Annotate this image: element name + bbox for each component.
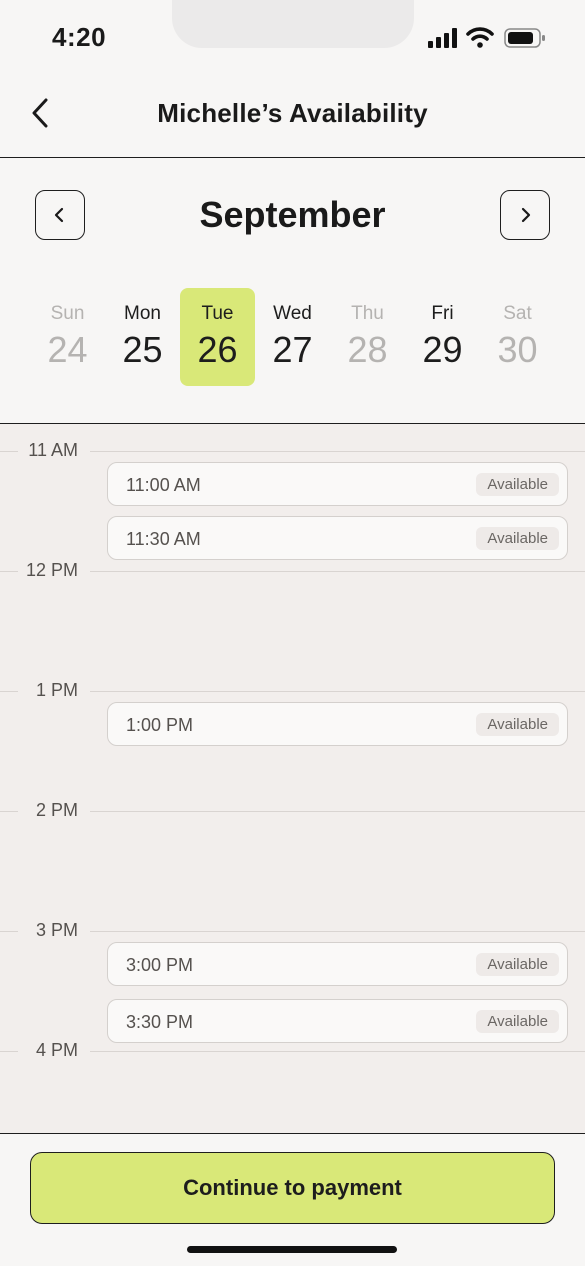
availability-badge: Available xyxy=(476,1010,559,1033)
day-monday[interactable]: Mon 25 xyxy=(105,288,180,386)
page-title: Michelle’s Availability xyxy=(157,98,428,128)
hour-label: 4 PM xyxy=(35,1040,78,1060)
time-slot-100pm[interactable]: 1:00 PM Available xyxy=(107,702,568,746)
day-saturday: Sat 30 xyxy=(480,288,555,386)
day-number: 24 xyxy=(47,329,88,370)
hour-label: 3 PM xyxy=(35,920,78,940)
next-month-button[interactable] xyxy=(500,190,550,240)
day-number: 30 xyxy=(497,329,538,370)
availability-badge: Available xyxy=(476,473,559,496)
day-name: Tue xyxy=(201,303,234,324)
day-name: Wed xyxy=(273,303,312,324)
month-selector: September xyxy=(0,190,585,242)
time-slot-1100am[interactable]: 11:00 AM Available xyxy=(107,462,568,506)
hour-label: 1 PM xyxy=(35,680,78,700)
battery-icon xyxy=(504,28,545,48)
hour-label: 11 AM xyxy=(28,440,78,460)
availability-badge: Available xyxy=(476,527,559,550)
availability-badge: Available xyxy=(476,953,559,976)
slot-time: 11:00 AM xyxy=(126,475,201,495)
time-slot-330pm[interactable]: 3:30 PM Available xyxy=(107,999,568,1043)
day-name: Thu xyxy=(351,303,384,324)
home-indicator xyxy=(187,1246,397,1253)
day-name: Sat xyxy=(503,303,532,324)
slot-time: 1:00 PM xyxy=(126,715,194,735)
day-number: 25 xyxy=(122,329,163,370)
status-time: 4:20 xyxy=(52,22,107,52)
availability-badge: Available xyxy=(476,713,559,736)
day-friday[interactable]: Fri 29 xyxy=(405,288,480,386)
slot-time: 3:00 PM xyxy=(126,955,194,975)
slot-time: 3:30 PM xyxy=(126,1012,194,1032)
day-number: 28 xyxy=(347,329,388,370)
week-day-picker: Sun 24 Mon 25 Tue 26 Wed 27 Thu 28 Fri 2… xyxy=(30,288,555,388)
slot-time: 11:30 AM xyxy=(126,529,201,549)
chevron-right-icon xyxy=(521,207,531,223)
day-name: Fri xyxy=(431,303,454,324)
hour-label: 12 PM xyxy=(25,560,78,580)
day-wednesday[interactable]: Wed 27 xyxy=(255,288,330,386)
day-sunday: Sun 24 xyxy=(30,288,105,386)
navigation-header: Michelle’s Availability xyxy=(0,80,585,158)
day-number: 26 xyxy=(197,329,238,370)
day-tuesday-selected[interactable]: Tue 26 xyxy=(180,288,255,386)
cellular-signal-icon xyxy=(428,28,457,48)
device-notch xyxy=(172,0,414,48)
continue-to-payment-button[interactable]: Continue to payment xyxy=(30,1152,555,1224)
day-number: 27 xyxy=(272,329,313,370)
time-slot-1130am[interactable]: 11:30 AM Available xyxy=(107,516,568,560)
hour-label: 2 PM xyxy=(35,800,78,820)
day-name: Mon xyxy=(124,303,161,324)
month-title: September xyxy=(199,194,386,235)
day-thursday: Thu 28 xyxy=(330,288,405,386)
time-slot-300pm[interactable]: 3:00 PM Available xyxy=(107,942,568,986)
status-bar: 4:20 xyxy=(0,0,585,80)
wifi-icon xyxy=(466,27,494,48)
day-name: Sun xyxy=(50,303,85,324)
day-number: 29 xyxy=(422,329,463,370)
time-schedule[interactable]: 11 AM 12 PM 1 PM 2 PM 3 PM 4 PM 11:00 AM… xyxy=(0,423,585,1134)
